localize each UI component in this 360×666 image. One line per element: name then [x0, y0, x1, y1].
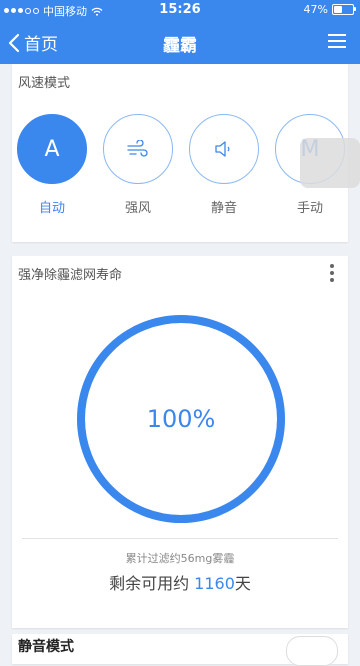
mode-manual-label: 手动: [296, 201, 323, 216]
mode-silent-circle: [189, 114, 259, 184]
chevron-left-icon: [8, 33, 20, 52]
speaker-icon: [215, 141, 230, 157]
nav-bar: 首页 霾霸: [0, 20, 360, 64]
remaining-suffix: 天: [234, 574, 251, 593]
silent-mode-toggle[interactable]: [286, 636, 338, 666]
remaining-days: 1160: [194, 574, 235, 593]
filter-percent: 100%: [146, 405, 216, 433]
mode-auto-label: 自动: [38, 201, 65, 216]
wind-icon: [127, 140, 148, 157]
remaining-life: 剩余可用约 1160天: [12, 570, 348, 594]
mode-silent-label: 静音: [210, 201, 237, 216]
wind-mode-card: 风速模式 A 自动 强风 静音 手动: [12, 64, 360, 242]
filtered-amount: 累计过滤约56mg雾霾: [125, 552, 235, 565]
hamburger-icon: [328, 34, 346, 48]
status-bar: 中国移动 15:26 47%: [0, 0, 360, 20]
filter-life-card: 强净除霾滤网寿命 100% 累计过滤约56mg雾霾 剩余可用约 1160天: [12, 256, 348, 628]
menu-button[interactable]: [328, 33, 346, 53]
mode-auto-button[interactable]: A 自动: [16, 114, 88, 216]
divider: [22, 538, 338, 539]
mode-strong-button[interactable]: 强风: [102, 114, 174, 216]
silent-mode-card: 静音模式: [12, 634, 348, 666]
more-dot-icon: [330, 264, 334, 268]
wind-mode-title: 风速模式: [18, 76, 71, 91]
mode-silent-button[interactable]: 静音: [188, 114, 260, 216]
filter-gauge: 100%: [70, 308, 292, 530]
more-dot-icon: [330, 278, 334, 282]
battery-icon: [332, 4, 356, 15]
silent-mode-title: 静音模式: [18, 639, 74, 655]
battery-area: 47%: [303, 3, 356, 16]
mode-auto-circle: A: [17, 114, 87, 184]
mode-list: A 自动 强风 静音 手动: [12, 114, 348, 234]
back-label: 首页: [24, 35, 58, 55]
back-button[interactable]: 首页: [8, 30, 58, 55]
battery-percent: 47%: [303, 3, 328, 16]
more-dot-icon: [330, 271, 334, 275]
auto-letter: A: [44, 136, 60, 162]
scroll-overlay: [300, 138, 360, 188]
mode-strong-circle: [103, 114, 173, 184]
remaining-prefix: 剩余可用约: [109, 574, 195, 593]
more-options-button[interactable]: [326, 262, 338, 284]
mode-strong-label: 强风: [124, 201, 151, 216]
filter-title: 强净除霾滤网寿命: [18, 268, 123, 283]
